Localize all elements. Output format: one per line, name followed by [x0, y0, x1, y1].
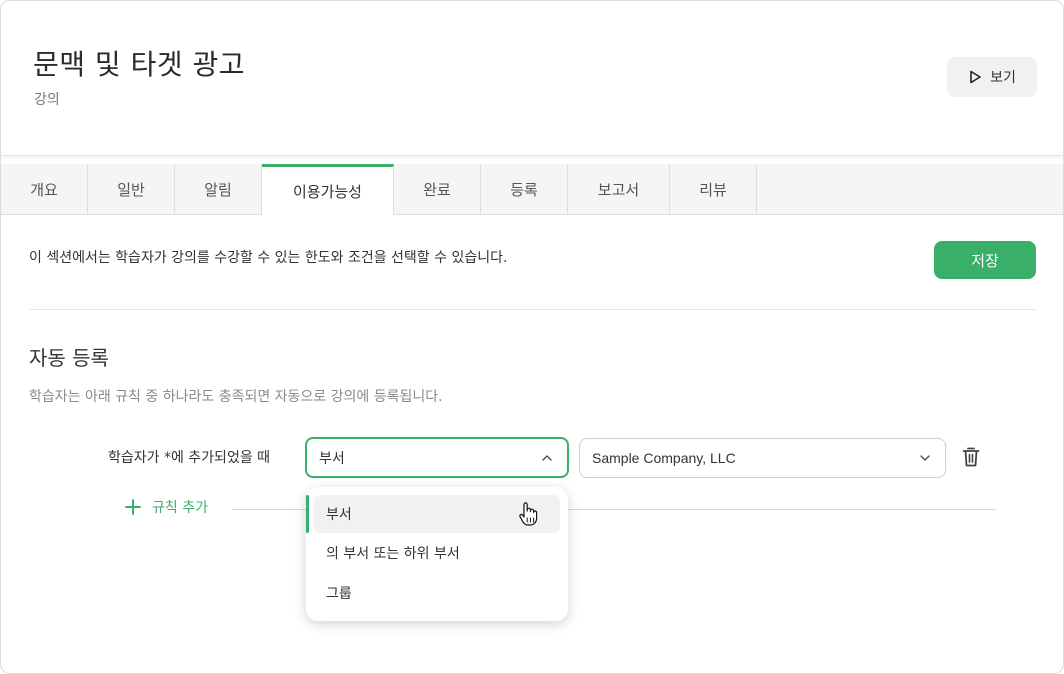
tab-availability[interactable]: 이용가능성: [262, 164, 394, 215]
company-value: Sample Company, LLC: [592, 450, 736, 466]
play-icon: [970, 70, 981, 84]
section-divider: [29, 309, 1036, 310]
auto-enroll-title: 자동 등록: [29, 346, 109, 370]
page-subtitle: 강의: [34, 92, 60, 108]
rule-label: 학습자가 *에 추가되었을 때: [108, 450, 271, 466]
view-button[interactable]: 보기: [947, 57, 1037, 97]
tab-completion[interactable]: 완료: [394, 164, 481, 214]
trash-icon[interactable]: [961, 446, 981, 468]
page-title: 문맥 및 타겟 광고: [33, 48, 246, 81]
intro-text: 이 섹션에서는 학습자가 강의를 수강할 수 있는 한도와 조건을 선택할 수 …: [29, 250, 508, 266]
company-select[interactable]: Sample Company, LLC: [579, 438, 946, 478]
rule-type-value: 부서: [319, 450, 345, 467]
course-header: 문맥 및 타겟 광고 강의 보기: [1, 1, 1063, 156]
save-button[interactable]: 저장: [934, 241, 1036, 279]
tab-reviews[interactable]: 리뷰: [670, 164, 757, 214]
add-rule-label: 규칙 추가: [152, 500, 208, 516]
rule-type-select[interactable]: 부서: [305, 437, 569, 478]
app-window: 문맥 및 타겟 광고 강의 보기 개요 일반 알림 이용가능성 완료 등록 보고…: [0, 0, 1064, 674]
tab-notifications[interactable]: 알림: [175, 164, 262, 214]
tab-overview[interactable]: 개요: [1, 164, 88, 214]
chevron-down-icon: [920, 455, 930, 461]
menu-option-department-or-sub[interactable]: 의 부서 또는 하위 부서: [314, 534, 560, 572]
hand-pointer-cursor-icon: [519, 502, 538, 526]
menu-selection-indicator: [306, 495, 309, 533]
plus-icon: [125, 499, 141, 515]
chevron-up-icon: [542, 455, 552, 461]
tab-enrollment[interactable]: 등록: [481, 164, 568, 214]
auto-enroll-description: 학습자는 아래 규칙 중 하나라도 충족되면 자동으로 강의에 등록됩니다.: [29, 389, 443, 405]
add-rule-button[interactable]: 규칙 추가: [124, 497, 208, 517]
tab-reports[interactable]: 보고서: [568, 164, 670, 214]
tab-general[interactable]: 일반: [88, 164, 175, 214]
view-button-label: 보기: [990, 70, 1016, 86]
menu-option-group[interactable]: 그룹: [314, 574, 560, 612]
tab-bar: 개요 일반 알림 이용가능성 완료 등록 보고서 리뷰: [1, 164, 1063, 215]
